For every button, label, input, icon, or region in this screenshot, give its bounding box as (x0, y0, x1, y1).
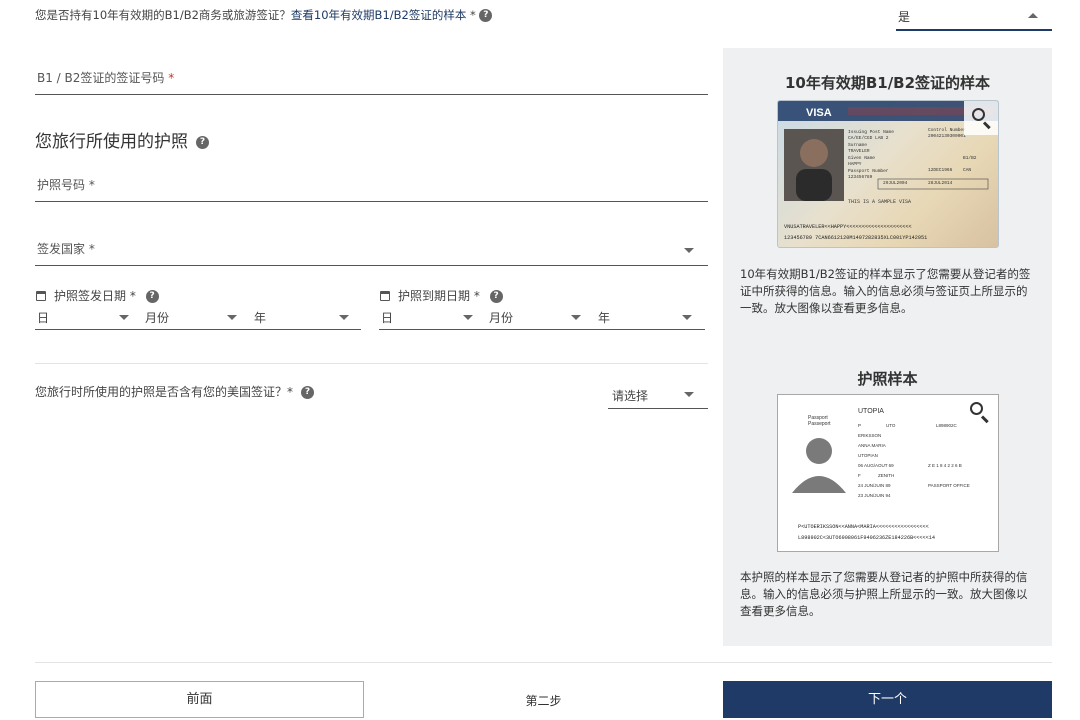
calendar-icon (380, 291, 390, 301)
issuing-country-select[interactable]: 签发国家 * (35, 234, 708, 266)
travel-visa-question-text: 您是否持有10年有效期的B1/B2商务或旅游签证？ (35, 8, 291, 22)
chevron-up-icon (1028, 13, 1038, 18)
svg-text:F: F (858, 473, 861, 478)
footer-divider (35, 662, 1052, 663)
visa-header-text: VISA (806, 107, 832, 119)
svg-text:ERIKSSON: ERIKSSON (858, 433, 881, 438)
svg-text:UTOPIAN: UTOPIAN (858, 453, 878, 458)
svg-text:CAN: CAN (963, 167, 971, 173)
svg-text:UTO: UTO (886, 423, 896, 428)
expiry-date-label: 护照到期日期 * ? (380, 287, 503, 304)
chevron-down-icon (682, 315, 692, 320)
help-icon[interactable]: ? (489, 290, 503, 303)
passport-sample-image[interactable]: UTOPIA Passport Passeport P UTO L898902C… (777, 394, 999, 552)
chevron-down-icon (119, 315, 129, 320)
svg-text:123456789 7CAN6612120M14072828: 123456789 7CAN6612120M1407282835XLC001YP… (784, 235, 927, 241)
travel-visa-question: 您是否持有10年有效期的B1/B2商务或旅游签证？查看10年有效期B1/B2签证… (35, 7, 493, 23)
previous-button[interactable]: 前面 (35, 681, 364, 718)
zoom-icon[interactable] (962, 395, 996, 429)
svg-text:23 JUN/JUIN 94: 23 JUN/JUIN 94 (858, 493, 891, 498)
svg-text:Issuing Post Name: Issuing Post Name (848, 129, 894, 135)
svg-text:Z E 1 8 4 2 2 6 B: Z E 1 8 4 2 2 6 B (928, 463, 962, 468)
us-visa-select-value: 请选择 (612, 389, 649, 403)
visa-sample-description: 10年有效期B1/B2签证的样本显示了您需要从登记者的签证中所获得的信息。输入的… (740, 267, 1031, 315)
section-divider (35, 363, 708, 364)
calendar-icon (36, 291, 46, 301)
next-button[interactable]: 下一个 (723, 681, 1052, 718)
expiry-day-select[interactable]: 日 (379, 305, 479, 329)
visa-number-label: B1 / B2签证的签证号码 * (37, 71, 175, 85)
chevron-down-icon (571, 315, 581, 320)
svg-text:PASSPORT OFFICE: PASSPORT OFFICE (928, 483, 970, 488)
help-icon[interactable]: ? (145, 290, 159, 303)
passport-sample-title: 护照样本 (857, 370, 918, 388)
visa-number-input[interactable]: B1 / B2签证的签证号码 * (35, 62, 708, 95)
svg-text:Given Name: Given Name (848, 155, 875, 161)
required-marker: * (470, 8, 476, 22)
step-indicator: 第二步 (525, 694, 562, 708)
svg-text:Surname: Surname (848, 142, 867, 148)
svg-text:TRAVELER: TRAVELER (848, 148, 870, 154)
svg-text:Control Number: Control Number (928, 127, 966, 133)
svg-text:UTOPIA: UTOPIA (858, 408, 884, 415)
svg-text:ANNA MARIA: ANNA MARIA (858, 443, 886, 448)
svg-text:ZENITH: ZENITH (878, 473, 894, 478)
svg-text:123456789: 123456789 (848, 174, 873, 180)
chevron-down-icon (463, 315, 473, 320)
passport-sample-description: 本护照的样本显示了您需要从登记者的护照中所获得的信息。输入的信息必须与护照上所显… (740, 570, 1028, 618)
chevron-down-icon (684, 392, 694, 397)
chevron-down-icon (684, 248, 694, 253)
zoom-icon[interactable] (964, 101, 998, 135)
us-visa-select[interactable]: 请选择 (608, 384, 708, 409)
svg-text:B1/B2: B1/B2 (963, 155, 977, 161)
visa-sample-title: 10年有效期B1/B2签证的样本 (784, 74, 991, 92)
svg-text:VNUSATRAVELER<<HAPPY<<<<<<<<<<: VNUSATRAVELER<<HAPPY<<<<<<<<<<<<<<<<<<<<… (784, 224, 912, 230)
issue-month-select[interactable]: 月份 (143, 305, 243, 329)
travel-visa-select-value: 是 (898, 10, 911, 24)
svg-text:20042130300001: 20042130300001 (928, 133, 966, 139)
expiry-year-select[interactable]: 年 (596, 305, 698, 329)
visa-sample-image[interactable]: VISA Issuing Post Name CA/EE/CGD LAB 2 S… (777, 100, 999, 248)
expiry-month-select[interactable]: 月份 (487, 305, 587, 329)
svg-text:Passport Number: Passport Number (848, 168, 889, 174)
svg-text:29JUL2004: 29JUL2004 (883, 180, 908, 186)
svg-text:L898902C<3UTO6908061F9406236ZE: L898902C<3UTO6908061F9406236ZE184226B<<<… (798, 535, 935, 541)
passport-number-label: 护照号码 * (37, 178, 95, 192)
passport-number-input[interactable]: 护照号码 * (35, 170, 708, 202)
travel-visa-select[interactable]: 是 (896, 3, 1052, 31)
svg-text:CA/EE/CGD LAB 2: CA/EE/CGD LAB 2 (848, 135, 889, 141)
chevron-down-icon (339, 315, 349, 320)
svg-text:THIS IS A SAMPLE VISA: THIS IS A SAMPLE VISA (848, 199, 911, 205)
us-visa-question: 您旅行时所使用的护照是否含有您的美国签证？*? (35, 383, 315, 400)
svg-text:L898902C: L898902C (936, 423, 958, 428)
issue-day-select[interactable]: 日 (35, 305, 135, 329)
help-icon[interactable]: ? (196, 135, 209, 149)
chevron-down-icon (227, 315, 237, 320)
issue-year-select[interactable]: 年 (252, 305, 355, 329)
svg-text:12DEC1966: 12DEC1966 (928, 167, 953, 173)
svg-text:HAPPY: HAPPY (848, 161, 862, 167)
passport-section-title: 您旅行所使用的护照? (35, 127, 209, 152)
svg-text:24 JUN/JUIN 89: 24 JUN/JUIN 89 (858, 483, 891, 488)
svg-text:P<UTOERIKSSON<<ANNA<MARIA<<<<<: P<UTOERIKSSON<<ANNA<MARIA<<<<<<<<<<<<<<<… (798, 524, 929, 530)
svg-text:Passeport: Passeport (808, 421, 831, 427)
visa-sample-link[interactable]: 查看10年有效期B1/B2签证的样本 (291, 8, 466, 22)
help-icon[interactable]: ? (479, 9, 493, 22)
issue-date-underline (35, 329, 361, 330)
svg-text:P: P (858, 423, 861, 428)
help-icon[interactable]: ? (301, 386, 315, 399)
expiry-date-underline (379, 329, 705, 330)
svg-text:06 AUG/AOUT 69: 06 AUG/AOUT 69 (858, 463, 894, 468)
issue-date-label: 护照签发日期 * ? (36, 287, 159, 304)
issuing-country-label: 签发国家 * (37, 242, 95, 256)
svg-text:28JUL2014: 28JUL2014 (928, 180, 953, 186)
